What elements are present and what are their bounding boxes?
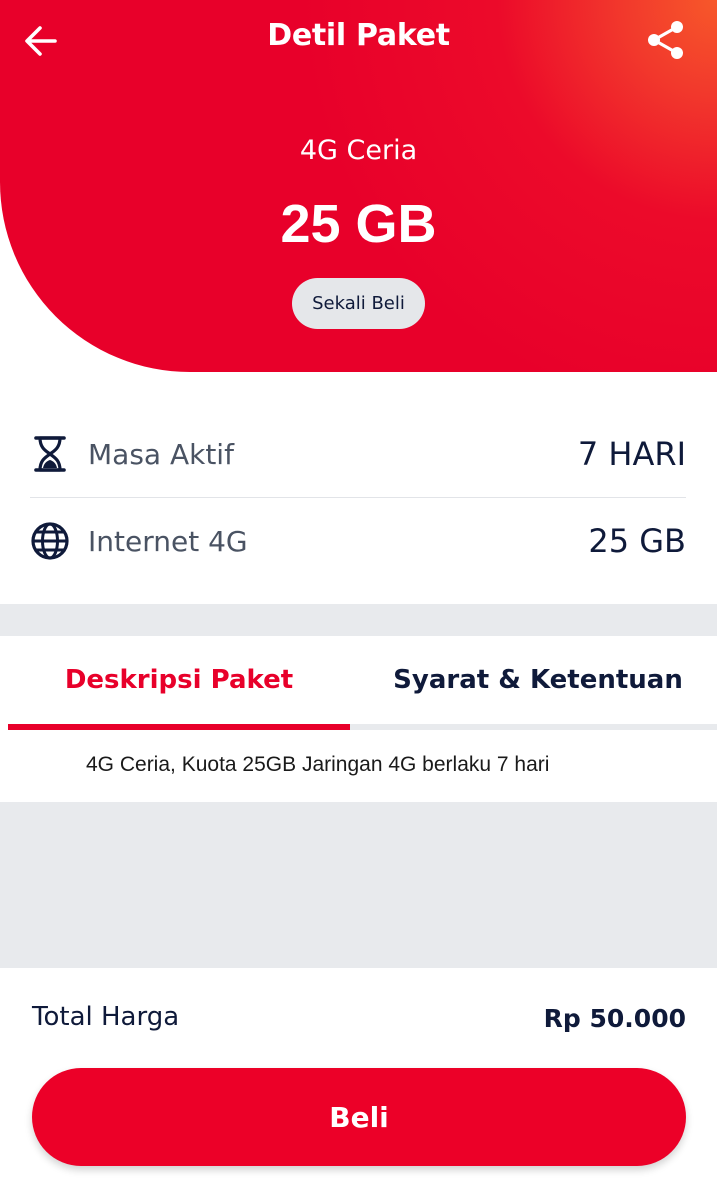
share-icon — [648, 21, 683, 59]
info-label: Masa Aktif — [88, 437, 234, 471]
total-price-label: Total Harga — [32, 1002, 180, 1032]
package-name: 4G Ceria — [299, 135, 418, 166]
tab-description[interactable]: Deskripsi Paket — [8, 636, 350, 724]
page-title: Detil Paket — [267, 18, 450, 53]
info-row-active-period: Masa Aktif 7 HARI — [30, 411, 686, 498]
tab-active-indicator — [8, 724, 350, 730]
info-value: 7 HARI — [577, 435, 686, 473]
share-button[interactable] — [642, 16, 690, 64]
section-divider — [0, 604, 717, 636]
purchase-type-badge: Sekali Beli — [292, 278, 425, 329]
info-label: Internet 4G — [88, 524, 248, 558]
buy-button[interactable]: Beli — [32, 1068, 686, 1166]
info-row-internet: Internet 4G 25 GB — [30, 498, 686, 584]
section-divider — [0, 802, 717, 968]
header: Detil Paket 4G Ceria 25 GB Sekali Beli — [0, 0, 717, 372]
globe-icon — [30, 521, 70, 561]
tab-bar: Deskripsi Paket Syarat & Ketentuan — [0, 636, 717, 730]
package-description: 4G Ceria, Kuota 25GB Jaringan 4G berlaku… — [86, 753, 550, 776]
info-value: 25 GB — [588, 522, 686, 560]
total-price-value: Rp 50.000 — [543, 1004, 686, 1033]
tab-terms[interactable]: Syarat & Ketentuan — [359, 636, 717, 724]
package-size: 25 GB — [280, 194, 437, 254]
hourglass-icon — [30, 434, 70, 474]
